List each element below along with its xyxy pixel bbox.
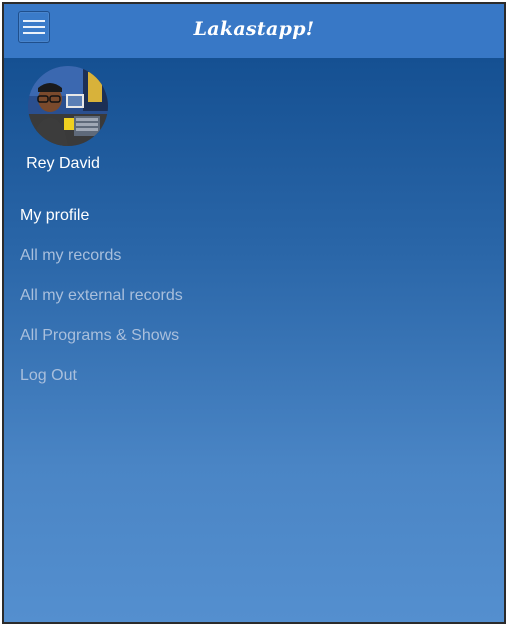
- menu-item-all-my-external-records[interactable]: All my external records: [20, 280, 183, 320]
- avatar-image: [28, 66, 108, 146]
- profile-name: Rey David: [26, 155, 100, 172]
- top-bar: Lakastapp!: [4, 4, 504, 58]
- menu-item-log-out[interactable]: Log Out: [20, 360, 183, 400]
- menu-item-all-my-records[interactable]: All my records: [20, 240, 183, 280]
- app-window: Lakastapp! Rey David My profile All my r…: [2, 2, 506, 624]
- menu-item-my-profile[interactable]: My profile: [20, 200, 183, 240]
- user-avatar[interactable]: [28, 66, 108, 146]
- menu-item-all-programs-shows[interactable]: All Programs & Shows: [20, 320, 183, 360]
- app-title: Lakastapp!: [193, 18, 315, 40]
- side-menu: My profile All my records All my externa…: [20, 200, 183, 400]
